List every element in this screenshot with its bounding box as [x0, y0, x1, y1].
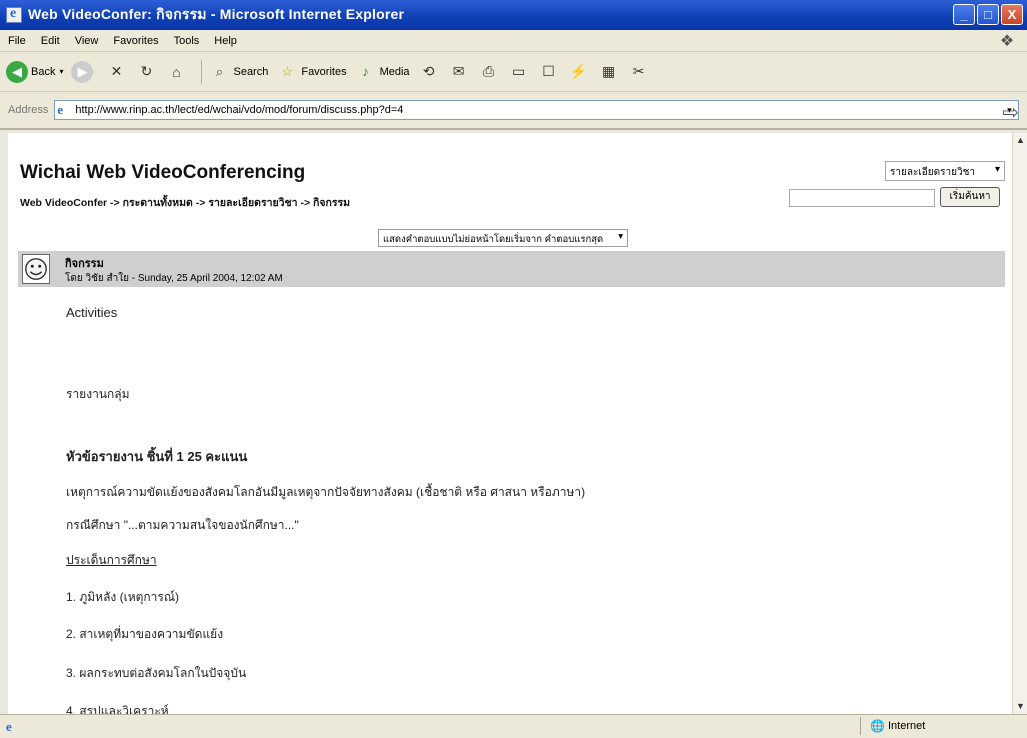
edit-icon[interactable]: ▭	[508, 61, 530, 83]
address-input[interactable]: e http://www.rinp.ac.th/lect/ed/wchai/vd…	[54, 100, 1020, 120]
research-icon[interactable]: ▦	[598, 61, 620, 83]
list-item: 1. ภูมิหลัง (เหตุการณ์)	[66, 590, 179, 604]
toolbar: ◀ Back ▾ ▶ ✕ ↻ ⌂ ⌕ Search ☆ Favorites ♪ …	[0, 52, 1027, 92]
ie-logo-icon	[6, 6, 22, 23]
media-icon: ♪	[362, 64, 369, 79]
status-bar: e 🌐 Internet	[0, 714, 1027, 738]
page-icon: e	[57, 102, 64, 117]
media-button[interactable]: ♪ Media	[355, 61, 410, 83]
address-bar: Address e http://www.rinp.ac.th/lect/ed/…	[0, 92, 1027, 130]
favorites-button[interactable]: ☆ Favorites	[276, 61, 347, 83]
post-issues-heading: ประเด็นการศึกษา	[66, 553, 157, 567]
back-button[interactable]: ◀ Back ▾	[6, 60, 63, 83]
close-button[interactable]: X	[1001, 4, 1023, 25]
back-label: Back	[31, 65, 56, 78]
mail-icon[interactable]: ✉	[448, 61, 470, 83]
vertical-scrollbar[interactable]: ▲ ▼	[1012, 133, 1027, 714]
list-item: 4. สรุปและวิเคราะห์	[66, 704, 169, 714]
scroll-up-icon[interactable]: ▲	[1013, 133, 1027, 148]
post-text-event: เหตุการณ์ความขัดแย้งของสังคมโลกอันมีมูลเ…	[66, 485, 586, 499]
post-text-case: กรณีศึกษา "...ตามความสนใจของนักศึกษา..."	[66, 518, 299, 532]
site-title: Wichai Web VideoConferencing	[20, 162, 306, 183]
print-icon[interactable]: ⎙	[478, 61, 500, 83]
forward-arrow-icon[interactable]: ▶	[71, 60, 94, 83]
menu-favorites[interactable]: Favorites	[113, 35, 158, 47]
bluetooth-icon[interactable]: ✂	[628, 61, 650, 83]
post-text-activities: Activities	[66, 305, 118, 320]
go-icon[interactable]: ⇨	[1002, 100, 1019, 125]
search-label: Search	[233, 65, 269, 78]
breadcrumb-home[interactable]: Web VideoConfer	[20, 197, 107, 209]
search-button-toolbar[interactable]: ⌕ Search	[208, 61, 269, 83]
menu-bar: File Edit View Favorites Tools Help ❖	[0, 30, 1027, 52]
globe-icon: 🌐	[870, 719, 885, 733]
security-zone: Internet	[888, 720, 926, 732]
address-url: http://www.rinp.ac.th/lect/ed/wchai/vdo/…	[75, 104, 404, 116]
title-bar: Web VideoConfer: กิจกรรม - Microsoft Int…	[0, 0, 1027, 30]
minimize-button[interactable]: _	[953, 4, 975, 25]
display-mode-select[interactable]: แสดงคำตอบแบบไม่ย่อหน้าโดยเริ่มจาก คำตอบแ…	[378, 229, 628, 247]
maximize-button[interactable]: □	[977, 4, 999, 25]
search-icon: ⌕	[215, 63, 224, 79]
menu-edit[interactable]: Edit	[41, 35, 60, 47]
breadcrumb-current: กิจกรรม	[313, 197, 351, 209]
breadcrumb-forum[interactable]: รายละเอียดรายวิชา	[208, 197, 297, 209]
post-byline: โดย วิชัย สำใย - Sunday, 25 April 2004, …	[65, 273, 283, 284]
post-text-report: รายงานกลุ่ม	[66, 387, 130, 401]
star-icon: ☆	[281, 63, 294, 79]
menu-help[interactable]: Help	[214, 35, 237, 47]
media-label: Media	[379, 65, 410, 78]
messenger-icon[interactable]: ⚡	[568, 61, 590, 83]
status-divider	[860, 717, 861, 735]
jump-to-select[interactable]: รายละเอียดรายวิชา	[885, 161, 1005, 181]
list-item: 2. สาเหตุที่มาของความขัดแย้ง	[66, 627, 224, 641]
favorites-label: Favorites	[301, 65, 347, 78]
refresh-icon[interactable]: ↻	[135, 61, 157, 83]
scroll-down-icon[interactable]: ▼	[1013, 699, 1027, 714]
avatar[interactable]	[22, 254, 50, 284]
address-label: Address	[8, 104, 49, 116]
history-icon[interactable]: ⟲	[418, 61, 440, 83]
post-text-topic: หัวข้อรายงาน ชิ้นที่ 1 25 คะแนน	[66, 449, 248, 464]
page-status-icon: e	[6, 719, 12, 734]
back-arrow-icon: ◀	[6, 60, 28, 83]
page-content: Wichai Web VideoConferencing Web VideoCo…	[8, 133, 1012, 714]
window-controls: _ □ X	[953, 4, 1023, 25]
breadcrumb: Web VideoConfer -> กระดานทั้งหมด -> รายล…	[20, 197, 351, 209]
breadcrumb-forums[interactable]: กระดานทั้งหมด	[123, 197, 193, 209]
menu-file[interactable]: File	[8, 35, 26, 47]
window-title: Web VideoConfer: กิจกรรม - Microsoft Int…	[28, 6, 405, 22]
search-forums-button[interactable]: เริ่มค้นหา	[940, 187, 1000, 207]
home-icon[interactable]: ⌂	[165, 61, 187, 83]
stop-icon[interactable]: ✕	[105, 61, 127, 83]
smiley-icon	[25, 258, 47, 280]
toolbar-separator	[201, 59, 203, 84]
menu-view[interactable]: View	[75, 35, 99, 47]
back-dropdown-icon[interactable]: ▾	[59, 67, 63, 76]
search-input[interactable]	[789, 189, 935, 207]
menu-tools[interactable]: Tools	[174, 35, 200, 47]
discuss-icon[interactable]: ☐	[538, 61, 560, 83]
post-subject: กิจกรรม	[65, 258, 104, 270]
windows-logo-icon: ❖	[999, 33, 1015, 50]
list-item: 3. ผลกระทบต่อสังคมโลกในปัจจุบัน	[66, 666, 247, 680]
